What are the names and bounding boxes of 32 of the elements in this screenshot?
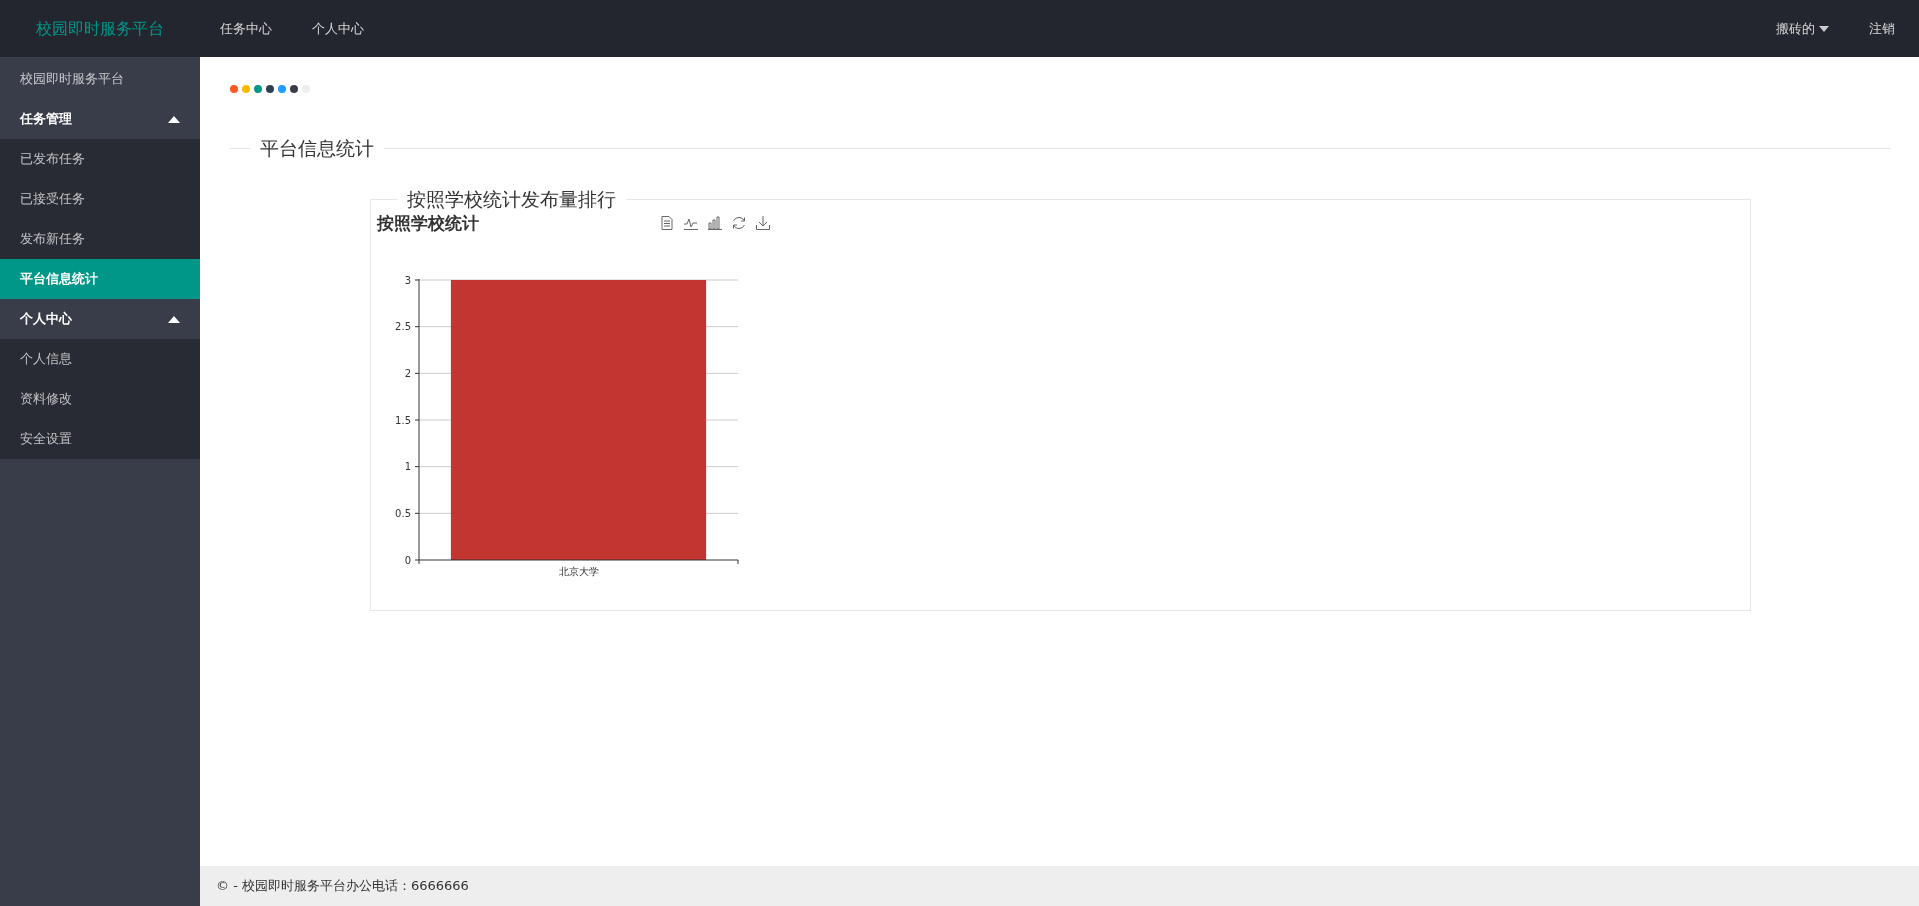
caret-icon [168, 115, 180, 123]
y-tick-label: 1.5 [395, 414, 411, 426]
footer-text: © - 校园即时服务平台办公电话：6666666 [216, 877, 469, 896]
y-tick-label: 2.5 [395, 321, 411, 333]
document-icon[interactable] [659, 215, 675, 232]
chart-title: 按照学校统计 [377, 211, 479, 235]
brand-title[interactable]: 校园即时服务平台 [0, 16, 200, 41]
sidebar-item[interactable]: 已发布任务 [0, 139, 200, 179]
user-menu[interactable]: 搬砖的 [1756, 18, 1849, 39]
bar-chart-icon[interactable] [707, 215, 723, 232]
sidebar-item[interactable]: 发布新任务 [0, 219, 200, 259]
y-tick-label: 1 [404, 461, 411, 473]
sidebar-item[interactable]: 平台信息统计 [0, 259, 200, 299]
section-title: 平台信息统计 [259, 137, 375, 160]
y-tick-label: 2 [404, 367, 411, 379]
caret-icon [1819, 25, 1829, 32]
x-tick-label: 北京大学 [558, 566, 599, 578]
caret-icon [168, 315, 180, 323]
y-tick-label: 0 [404, 554, 411, 566]
sidebar-item[interactable]: 个人信息 [0, 339, 200, 379]
y-tick-label: 3 [404, 274, 411, 286]
sidebar-title[interactable]: 校园即时服务平台 [0, 59, 200, 99]
sidebar-item[interactable]: 资料修改 [0, 379, 200, 419]
sidebar-item[interactable]: 安全设置 [0, 419, 200, 459]
nav-link-item[interactable]: 任务中心 [200, 18, 292, 39]
sidebar-item[interactable]: 已接受任务 [0, 179, 200, 219]
panel-legend: 按照学校统计发布量排行 [397, 187, 626, 211]
logout-link[interactable]: 注销 [1849, 18, 1903, 39]
y-tick-label: 0.5 [395, 507, 411, 519]
refresh-icon[interactable] [731, 215, 747, 232]
nav-link-item[interactable]: 个人中心 [292, 18, 384, 39]
download-icon[interactable] [755, 215, 771, 232]
